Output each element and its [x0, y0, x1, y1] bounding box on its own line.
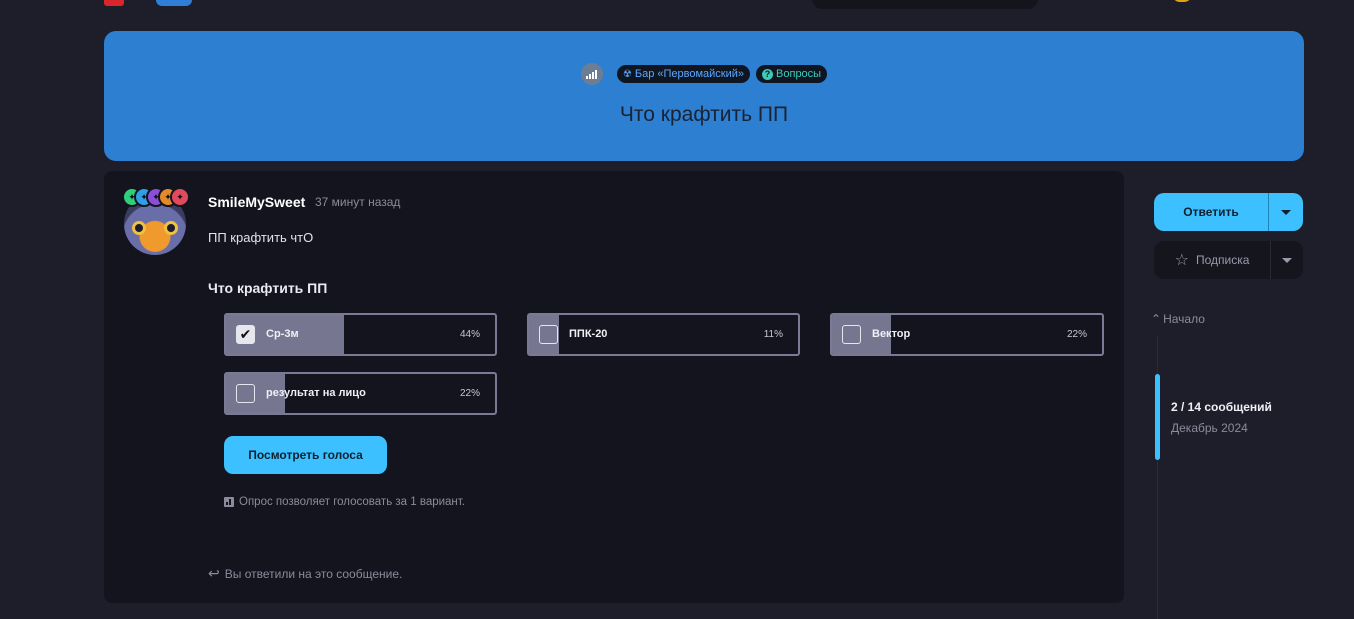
poll-option-label: результат на лицо [266, 387, 366, 399]
poll-option-label: Ср-3м [266, 328, 299, 340]
timeline-start-label: Начало [1163, 312, 1205, 326]
user-badges: ✦ ✦ ✦ ✦ ✦ [122, 187, 190, 207]
avatar-eye [164, 221, 178, 235]
poll-checkbox[interactable] [236, 384, 255, 403]
radiation-icon: ☢ [622, 68, 632, 80]
poll-checkbox[interactable] [539, 325, 558, 344]
tag-label: Бар «Первомайский» [634, 68, 745, 80]
subscribe-button[interactable]: ☆ Подписка [1154, 241, 1270, 279]
poll-checkbox[interactable]: ✔ [236, 325, 255, 344]
reply-arrow-icon: ↩ [208, 565, 220, 581]
post-author[interactable]: SmileMySweet [208, 194, 305, 210]
reply-button[interactable]: Ответить [1154, 193, 1268, 231]
poll-option[interactable]: Вектор 22% [830, 313, 1104, 356]
post-card: ✦ ✦ ✦ ✦ ✦ SmileMySweet 37 минут назад ПП… [104, 171, 1124, 603]
view-votes-button[interactable]: Посмотреть голоса [224, 436, 387, 474]
bar-chart-icon [224, 497, 234, 507]
poll-option-label: Вектор [872, 328, 911, 340]
poll-note: Опрос позволяет голосовать за 1 вариант. [224, 496, 465, 508]
poll-option-percent: 44% [459, 329, 480, 340]
poll-checkbox[interactable] [842, 325, 861, 344]
thread-header: ☢ Бар «Первомайский» ? Вопросы Что крафт… [104, 31, 1304, 161]
thread-title: Что крафтить ПП [619, 103, 789, 126]
signal-icon [580, 63, 603, 85]
logo-blue-part [156, 0, 192, 6]
tag-bar-pervomaisky[interactable]: ☢ Бар «Первомайский» [616, 65, 751, 83]
search-bar[interactable] [812, 0, 1038, 9]
poll-title: Что крафтить ПП [208, 280, 328, 296]
tag-label: Вопросы [776, 68, 822, 80]
double-chevron-up-icon: ⌃ [1151, 312, 1162, 326]
replied-text: Вы ответили на это сообщение. [224, 566, 403, 581]
subscribe-label: Подписка [1195, 253, 1250, 267]
poll-option-percent: 22% [1066, 329, 1087, 340]
trophy-badge-icon: ✦ [170, 187, 190, 207]
chevron-down-icon [1281, 209, 1291, 215]
timeline-count: 2 / 14 сообщений [1171, 400, 1272, 414]
timeline-date: Декабрь 2024 [1171, 421, 1248, 435]
timeline-handle[interactable] [1155, 374, 1160, 460]
post-body: ПП крафтить чтО [208, 230, 314, 245]
poll-option-label: ППК-20 [569, 328, 608, 340]
timeline-start-link[interactable]: ⌃ Начало [1151, 312, 1205, 326]
post-time[interactable]: 37 минут назад [315, 195, 400, 209]
subscribe-dropdown-toggle[interactable] [1270, 241, 1303, 279]
replied-indicator: ↩ Вы ответили на это сообщение. [208, 565, 402, 582]
thread-tags: ☢ Бар «Первомайский» ? Вопросы [104, 63, 1304, 85]
star-icon: ☆ [1174, 252, 1189, 269]
poll-option-percent: 22% [459, 388, 480, 399]
poll-option[interactable]: результат на лицо 22% [224, 372, 497, 415]
subscribe-button-group: ☆ Подписка [1154, 241, 1303, 279]
question-icon: ? [762, 68, 774, 80]
user-coin-icon[interactable] [1172, 0, 1192, 2]
poll-option[interactable]: ППК-20 11% [527, 313, 800, 356]
site-logo[interactable] [104, 0, 194, 6]
avatar-eye [132, 221, 146, 235]
chevron-down-icon [1282, 257, 1292, 263]
top-navbar [0, 0, 1354, 10]
tag-questions[interactable]: ? Вопросы [756, 65, 828, 83]
poll-option-percent: 11% [763, 329, 783, 340]
poll-option[interactable]: ✔ Ср-3м 44% [224, 313, 497, 356]
logo-red-part [104, 0, 124, 6]
reply-dropdown-toggle[interactable] [1268, 193, 1303, 231]
reply-button-group: Ответить [1154, 193, 1303, 231]
poll-note-text: Опрос позволяет голосовать за 1 вариант. [239, 496, 465, 508]
